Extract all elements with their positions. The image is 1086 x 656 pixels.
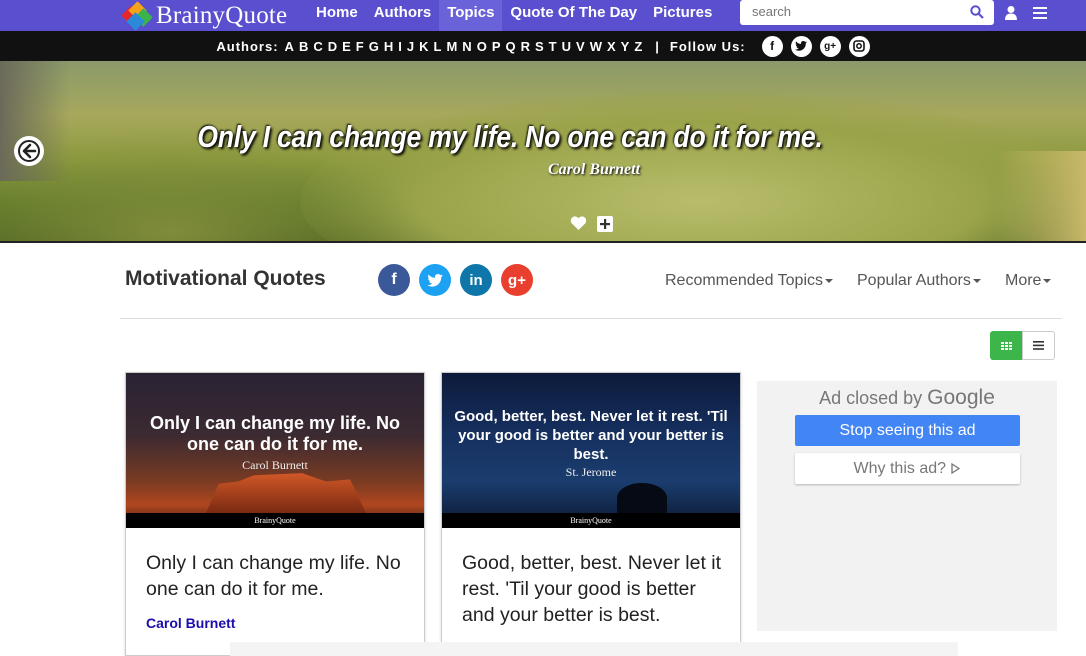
letter-g[interactable]: G xyxy=(369,39,380,54)
quote-image-brand: BrainyQuote xyxy=(126,513,424,528)
quote-image[interactable]: Only I can change my life. No one can do… xyxy=(126,373,424,528)
chevron-down-icon xyxy=(825,278,834,283)
chevron-down-icon xyxy=(972,278,981,283)
facebook-share-icon[interactable]: f xyxy=(378,264,410,296)
google-plus-icon[interactable]: g+ xyxy=(819,35,841,57)
facebook-icon[interactable]: f xyxy=(761,35,783,57)
add-icon[interactable] xyxy=(597,216,613,232)
grid-view-button[interactable] xyxy=(990,331,1022,360)
quote-image-brand: BrainyQuote xyxy=(442,513,740,528)
quote-text[interactable]: Only I can change my life. No one can do… xyxy=(146,550,408,602)
stop-seeing-ad-button[interactable]: Stop seeing this ad xyxy=(795,415,1020,446)
why-this-ad-label: Why this ad? xyxy=(853,459,947,477)
letter-p[interactable]: P xyxy=(492,39,502,54)
more-label: More xyxy=(1005,272,1042,289)
letter-r[interactable]: R xyxy=(521,39,531,54)
list-view-button[interactable] xyxy=(1022,331,1055,360)
twitter-icon[interactable] xyxy=(790,35,812,57)
letter-m[interactable]: M xyxy=(446,39,458,54)
top-navbar: BrainyQuote Home Authors Topics Quote Of… xyxy=(0,0,1086,31)
recommended-topics-label: Recommended Topics xyxy=(665,272,824,289)
authors-label: Authors: xyxy=(216,38,279,54)
letter-y[interactable]: Y xyxy=(621,39,631,54)
follow-icons: f g+ xyxy=(754,35,870,57)
grid-icon xyxy=(1000,341,1012,350)
hero-quote[interactable]: Only I can change my life. No one can do… xyxy=(0,119,1020,155)
nav-authors[interactable]: Authors xyxy=(366,0,440,31)
google-plus-share-icon[interactable]: g+ xyxy=(501,264,533,296)
brainyquote-logo[interactable]: BrainyQuote xyxy=(121,0,288,31)
ad-closed-notice: Ad closed by Google xyxy=(757,386,1057,410)
letter-s[interactable]: S xyxy=(535,39,545,54)
recommended-topics-dropdown[interactable]: Recommended Topics xyxy=(665,272,834,290)
ad-slot: Ad closed by Google Stop seeing this ad … xyxy=(757,381,1057,631)
hamburger-menu-icon[interactable] xyxy=(1033,6,1047,24)
quote-text[interactable]: Good, better, best. Never let it rest. '… xyxy=(462,550,724,628)
quote-image-author: St. Jerome xyxy=(565,465,617,479)
letter-j[interactable]: J xyxy=(407,39,415,54)
main-nav: Home Authors Topics Quote Of The Day Pic… xyxy=(308,0,720,31)
letter-a[interactable]: A xyxy=(285,39,295,54)
linkedin-share-icon[interactable]: in xyxy=(460,264,492,296)
play-arrow-icon xyxy=(951,463,961,474)
letter-b[interactable]: B xyxy=(299,39,309,54)
letter-z[interactable]: Z xyxy=(634,39,643,54)
hero-banner: Only I can change my life. No one can do… xyxy=(0,61,1086,243)
previous-arrow-icon[interactable] xyxy=(14,136,44,166)
authors-alphabet-bar: Authors: A B C D E F G H I J K L M N O P… xyxy=(0,31,1086,61)
heart-icon[interactable] xyxy=(570,216,587,236)
quote-card: Good, better, best. Never let it rest. '… xyxy=(441,372,741,656)
letter-e[interactable]: E xyxy=(342,39,352,54)
search-icon[interactable] xyxy=(970,5,984,24)
list-icon xyxy=(1033,341,1044,350)
search-input[interactable] xyxy=(752,4,952,19)
divider xyxy=(120,318,1062,319)
letter-q[interactable]: Q xyxy=(505,39,516,54)
instagram-icon[interactable] xyxy=(848,35,870,57)
bottom-bar xyxy=(230,642,958,656)
search-box xyxy=(740,0,994,25)
letter-t[interactable]: T xyxy=(549,39,558,54)
quote-image-text: Good, better, best. Never let it rest. '… xyxy=(454,408,728,463)
more-dropdown[interactable]: More xyxy=(1005,272,1052,290)
nav-quote-of-the-day[interactable]: Quote Of The Day xyxy=(502,0,645,31)
nav-topics[interactable]: Topics xyxy=(439,0,503,31)
separator: | xyxy=(655,38,660,54)
quote-image[interactable]: Good, better, best. Never let it rest. '… xyxy=(442,373,740,528)
letter-d[interactable]: D xyxy=(328,39,338,54)
quote-image-author: Carol Burnett xyxy=(242,458,308,472)
letter-x[interactable]: X xyxy=(607,39,617,54)
letter-w[interactable]: W xyxy=(590,39,603,54)
twitter-share-icon[interactable] xyxy=(419,264,451,296)
letter-n[interactable]: N xyxy=(462,39,472,54)
follow-us-label: Follow Us: xyxy=(669,38,746,54)
letter-l[interactable]: L xyxy=(434,39,443,54)
ad-closed-label: Ad closed by xyxy=(819,388,923,408)
logo-text: BrainyQuote xyxy=(156,1,288,29)
letter-i[interactable]: I xyxy=(398,39,403,54)
popular-authors-label: Popular Authors xyxy=(857,272,971,289)
letter-h[interactable]: H xyxy=(384,39,394,54)
letter-f[interactable]: F xyxy=(356,39,365,54)
popular-authors-dropdown[interactable]: Popular Authors xyxy=(857,272,981,290)
page-title: Motivational Quotes xyxy=(125,267,326,290)
quote-image-text: Only I can change my life. No one can do… xyxy=(149,413,401,454)
chevron-down-icon xyxy=(1043,278,1052,283)
letter-k[interactable]: K xyxy=(419,39,429,54)
letter-c[interactable]: C xyxy=(313,39,323,54)
logo-icon xyxy=(121,0,153,31)
nav-pictures[interactable]: Pictures xyxy=(645,0,720,31)
nav-home[interactable]: Home xyxy=(308,0,366,31)
hero-author[interactable]: Carol Burnett xyxy=(0,161,1086,179)
letter-v[interactable]: V xyxy=(576,39,586,54)
google-logo: Google xyxy=(927,386,995,409)
letter-o[interactable]: O xyxy=(477,39,488,54)
why-this-ad-button[interactable]: Why this ad? xyxy=(795,453,1020,484)
quote-author-link[interactable]: Carol Burnett xyxy=(146,615,235,631)
letter-u[interactable]: U xyxy=(562,39,572,54)
user-icon[interactable] xyxy=(1004,5,1018,26)
quote-card: Only I can change my life. No one can do… xyxy=(125,372,425,656)
